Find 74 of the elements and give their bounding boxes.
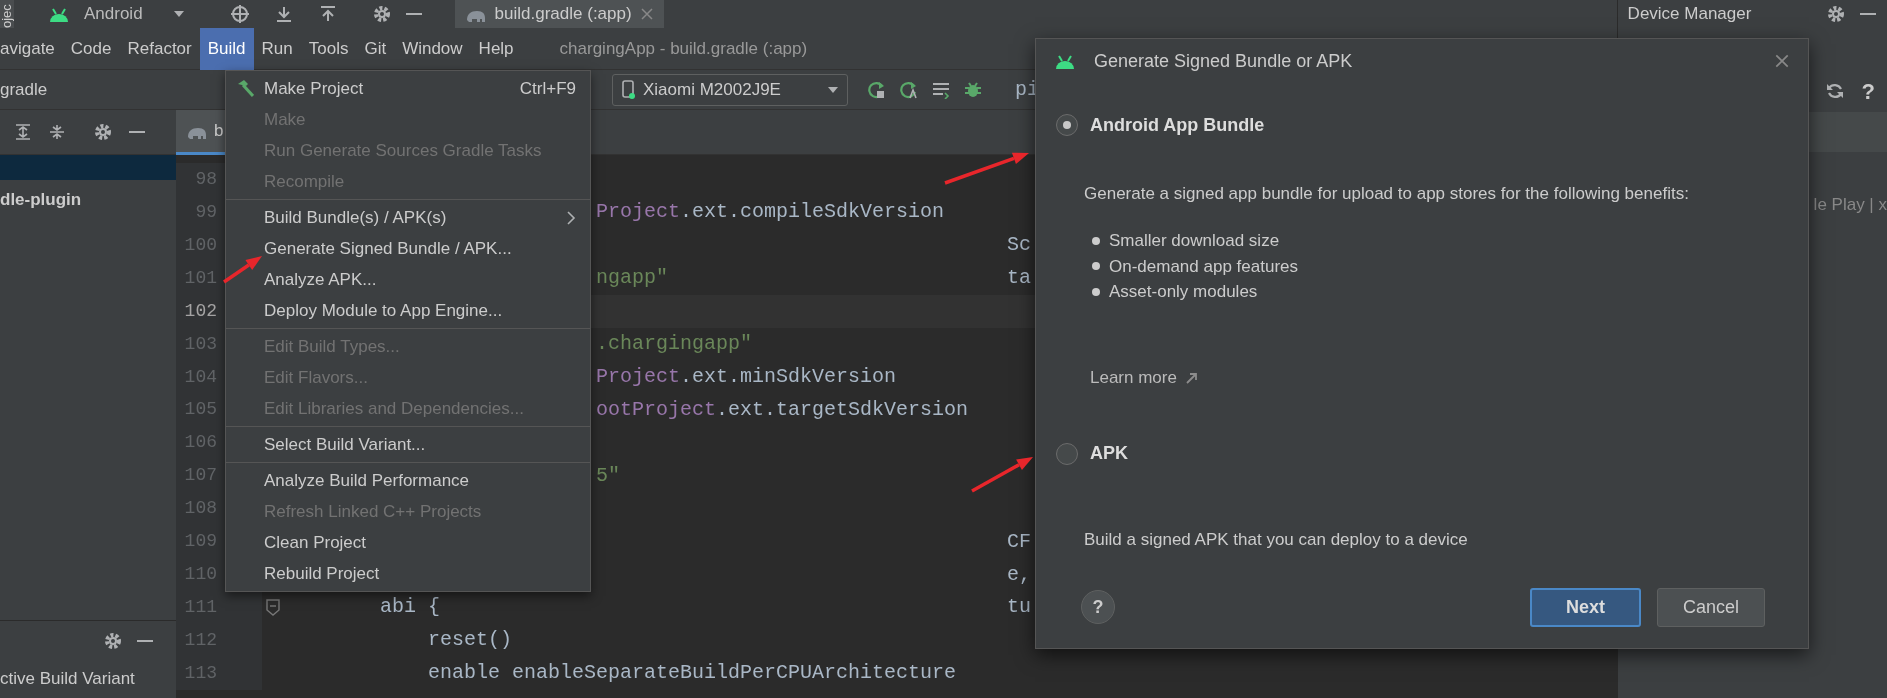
cancel-button[interactable]: Cancel [1657,587,1765,627]
rerun-icon[interactable] [868,80,886,99]
menu-item[interactable]: Run [253,27,301,70]
collapse-all-icon[interactable] [48,123,66,141]
bullet-text: On-demand app features [1109,255,1298,278]
radio-button[interactable] [1056,114,1078,136]
menu-item[interactable]: Git [356,27,395,70]
crosshair-icon[interactable] [230,5,249,23]
code-line: ootProject.ext.targetSdkVersion [596,397,969,421]
menu-item[interactable]: Refactor [119,27,200,70]
fold-icon[interactable] [266,598,280,616]
code-line: Project.ext.compileSdkVersion [596,200,945,224]
code-line: Project.ext.minSdkVersion [596,365,897,388]
code-text: Sc [1007,232,1031,259]
code-text: e, [1007,561,1031,588]
code-line: enable enableSeparateBuildPerCPUArchitecture [427,661,957,685]
device-dropdown[interactable]: Xiaomi M2002J9E [612,73,848,106]
radio-label[interactable]: APK [1090,440,1128,467]
learn-more-link[interactable]: Learn more [1090,364,1177,391]
bullet-icon [1092,262,1100,271]
code-line: abi { [379,595,441,619]
menu-item[interactable]: Help [470,27,522,70]
bullet-text: Asset-only modules [1109,281,1258,303]
expand-all-icon[interactable] [14,123,32,141]
panel-title: Device Manager [1627,3,1752,26]
menu-item[interactable]: Build [199,27,254,70]
tree-item[interactable]: dle-plugin [0,190,82,209]
menu-item[interactable]: Select Build Variant... [226,429,590,460]
list-icon[interactable] [932,80,950,99]
tab-label: le Play | x [1813,195,1887,214]
refresh-icon[interactable] [1825,82,1844,100]
dialog-title: Generate Signed Bundle or APK [1094,49,1353,73]
apply-changes-icon[interactable] [900,80,918,99]
android-icon [48,6,70,22]
android-icon [1054,53,1076,69]
settings-icon[interactable] [94,123,112,141]
help-icon[interactable]: ? [1861,74,1875,108]
menu-item[interactable]: Code [62,27,120,70]
help-button[interactable]: ? [1081,590,1115,624]
menu-item[interactable]: Tools [300,27,357,70]
settings-icon[interactable] [372,5,391,23]
settings-icon[interactable] [1827,5,1845,23]
window-title: chargingApp - build.gradle (:app) [559,37,808,60]
code-line: .chargingapp" [596,332,753,356]
code-text: tu [1007,594,1031,621]
close-icon[interactable] [1774,53,1790,69]
code-text: pi [1015,76,1039,103]
external-link-icon [1184,370,1199,385]
tool-window-tab[interactable]: ojec [0,0,14,28]
code-text: CF [1007,528,1031,555]
menu-item[interactable]: Make Project Ctrl+F9 [226,73,590,104]
code-line: ngapp" [596,266,668,290]
shortcut-text: Ctrl+F9 [519,77,576,100]
next-button[interactable]: Next [1530,587,1641,627]
menu-item[interactable]: Window [394,27,471,70]
panel-title: ctive Build Variant [0,669,135,688]
description-text: Generate a signed app bundle for upload to app stores for the following benefits: [1084,184,1689,203]
radio-label[interactable]: Android App Bundle [1090,111,1265,139]
project-view-label[interactable]: Android [84,1,143,27]
settings-icon[interactable] [104,631,122,650]
breadcrumb[interactable]: gradle [0,79,48,99]
bullet-icon [1092,287,1100,296]
code-line: 5" [596,463,620,487]
editor-tab[interactable]: build.gradle (:app) [454,0,664,28]
bullet-icon [1092,236,1100,245]
menu-item[interactable]: avigate [0,27,63,70]
code-line: reset() [427,628,513,652]
bug-icon[interactable] [964,80,982,99]
radio-button[interactable] [1056,442,1078,465]
hammer-icon [236,79,254,97]
phone-icon [621,80,635,99]
code-text: ta [1007,265,1031,292]
bullet-text: Smaller download size [1109,230,1280,252]
description-text: Build a signed APK that you can deploy to a device [1084,529,1468,549]
